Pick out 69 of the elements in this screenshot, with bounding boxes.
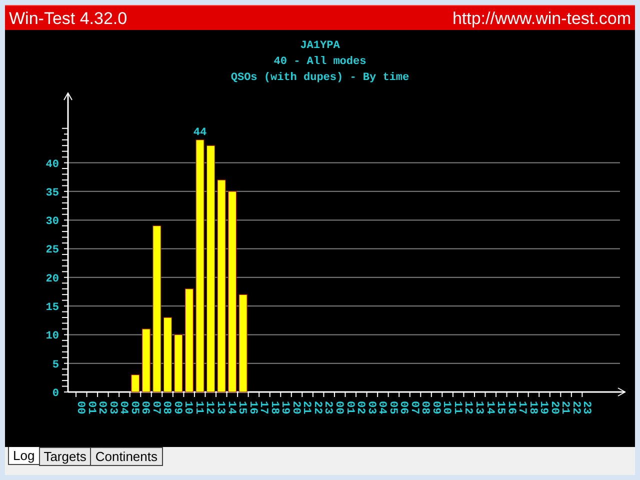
x-tick-label: 07 — [149, 401, 162, 414]
bar-value-label: 44 — [193, 126, 207, 139]
x-tick-label: 19 — [537, 401, 550, 414]
x-tick-label: 01 — [343, 401, 356, 414]
x-tick-label: 02 — [354, 401, 366, 414]
x-tick-label: 13 — [214, 401, 226, 414]
y-tick-label: 35 — [46, 187, 59, 200]
x-tick-label: 17 — [257, 401, 270, 414]
x-tick-label: 06 — [397, 401, 410, 414]
tab[interactable]: Continents — [90, 447, 162, 466]
x-tick-label: 08 — [160, 401, 172, 414]
y-tick-label: 40 — [46, 158, 59, 171]
y-tick-label: 5 — [52, 359, 59, 372]
chart-heading: 40 - All modes — [274, 55, 366, 70]
x-tick-label: 16 — [246, 401, 258, 414]
x-tick-label: 21 — [558, 401, 571, 414]
x-tick-label: 14 — [224, 401, 237, 414]
x-tick-label: 04 — [117, 401, 130, 414]
x-tick-label: 03 — [106, 401, 118, 414]
x-tick-label: 11 — [450, 401, 463, 414]
x-tick-label: 03 — [364, 401, 377, 414]
x-tick-label: 08 — [418, 401, 431, 414]
x-tick-label: 06 — [138, 401, 151, 414]
x-tick-label: 12 — [203, 401, 216, 414]
bar — [142, 328, 150, 392]
x-tick-label: 19 — [278, 401, 291, 414]
x-tick-label: 02 — [96, 401, 108, 414]
x-tick-label: 00 — [332, 401, 344, 414]
x-tick-label: 23 — [580, 401, 592, 414]
x-tick-label: 15 — [236, 401, 248, 414]
x-tick-label: 23 — [322, 401, 334, 414]
x-tick-label: 05 — [386, 401, 398, 414]
x-tick-label: 10 — [182, 401, 194, 414]
bar — [131, 374, 140, 392]
x-tick-label: 18 — [268, 401, 280, 414]
y-tick-label: 10 — [46, 330, 59, 343]
x-tick-label: 20 — [289, 401, 302, 414]
x-tick-label: 17 — [516, 401, 528, 414]
x-tick-label: 10 — [440, 401, 452, 414]
x-tick-label: 09 — [429, 401, 442, 414]
chart-heading: QSOs (with dupes) - By time — [230, 71, 410, 86]
tab[interactable]: Targets — [38, 447, 92, 466]
x-tick-label: 22 — [569, 401, 582, 414]
x-tick-label: 00 — [74, 401, 86, 414]
x-tick-label: 16 — [504, 401, 517, 414]
x-tick-label: 13 — [472, 401, 484, 414]
window-title: Win-Test 4.32.0 — [9, 10, 128, 26]
x-tick-label: 07 — [408, 401, 420, 414]
y-tick-label: 25 — [46, 244, 59, 257]
x-tick-label: 01 — [84, 401, 97, 414]
x-tick-label: 22 — [310, 401, 323, 414]
y-tick-label: 20 — [46, 273, 59, 286]
x-tick-label: 20 — [548, 401, 560, 414]
x-tick-label: 18 — [526, 401, 538, 414]
x-tick-label: 14 — [483, 401, 496, 414]
x-tick-label: 04 — [376, 401, 388, 414]
x-tick-label: 15 — [494, 401, 506, 414]
y-tick-label: 15 — [46, 302, 59, 314]
x-tick-label: 12 — [462, 401, 474, 414]
y-tick-label: 0 — [52, 388, 59, 400]
x-tick-label: 05 — [128, 401, 140, 414]
chart-heading: JA1YPA — [300, 39, 340, 54]
y-tick-label: 30 — [46, 216, 59, 228]
x-tick-label: 11 — [192, 401, 204, 414]
website-url: http://www.win-test.com — [452, 10, 631, 26]
x-tick-label: 09 — [170, 401, 183, 414]
bar — [174, 334, 183, 392]
x-tick-label: 21 — [300, 401, 312, 414]
tab[interactable]: Log — [8, 447, 40, 465]
